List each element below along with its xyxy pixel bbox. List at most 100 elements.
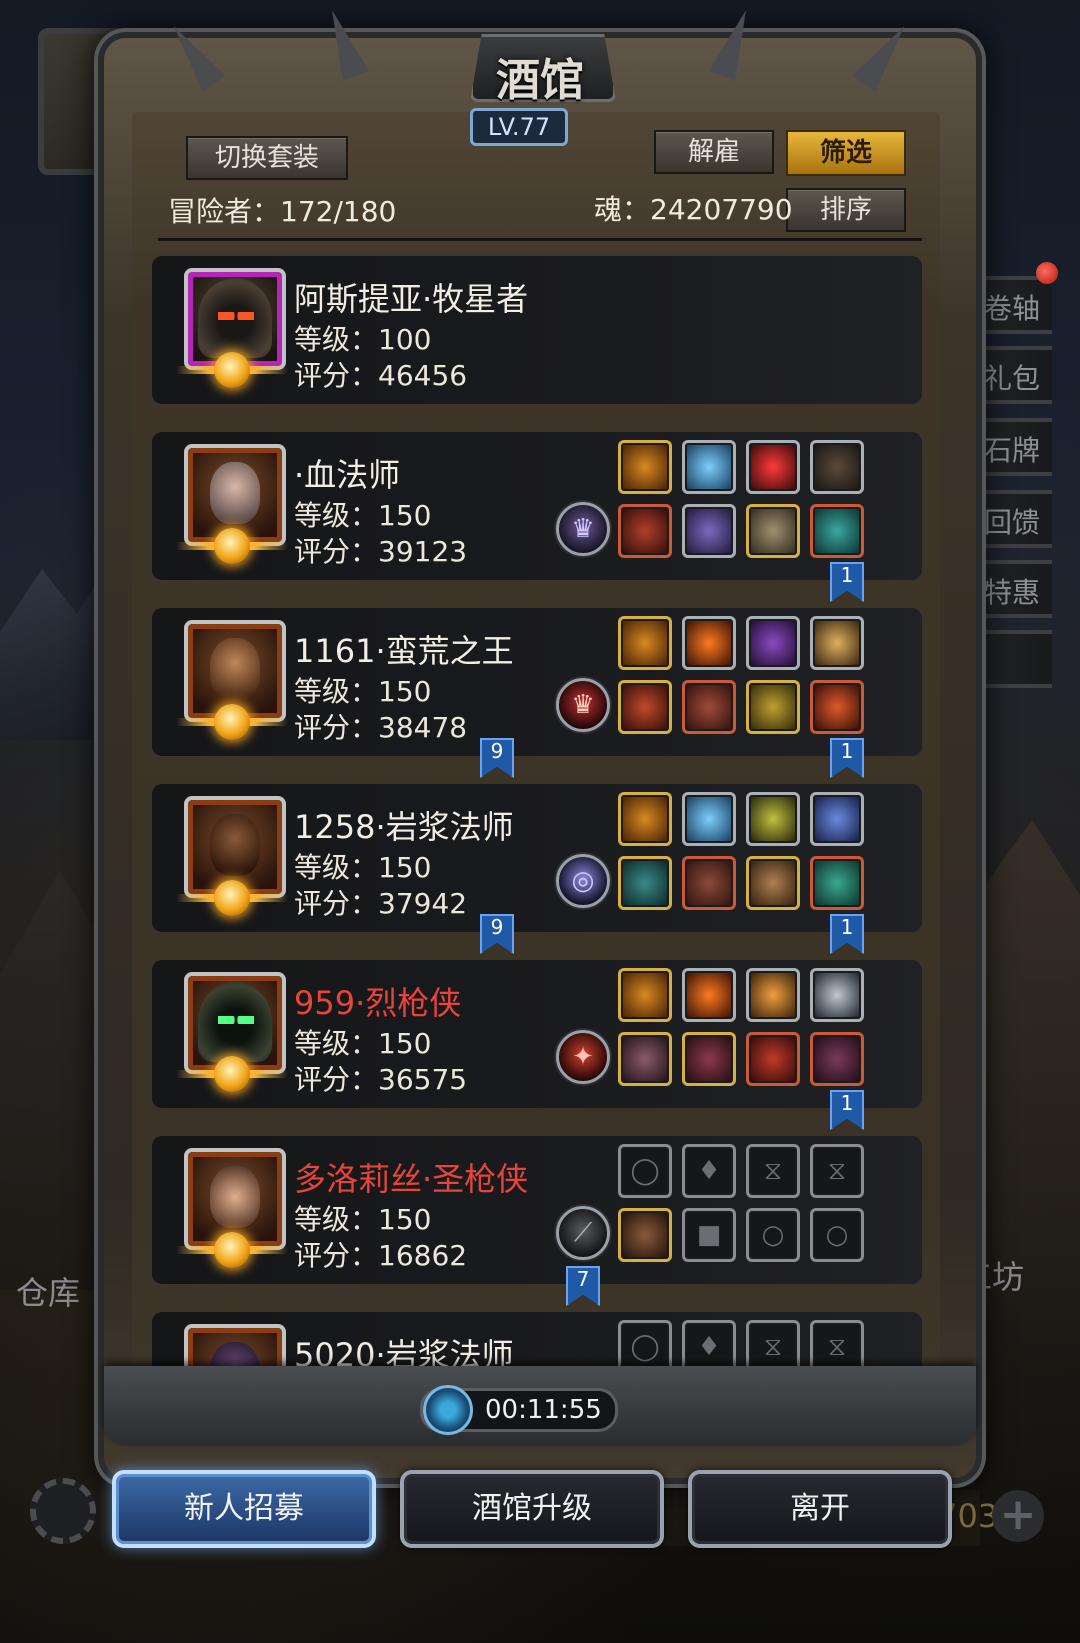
spark-slot-icon[interactable] — [746, 792, 800, 846]
lantern-slot-icon[interactable] — [810, 616, 864, 670]
class-emblem-icon[interactable]: ♛ — [556, 678, 610, 732]
necklace-outline-icon: ◯ — [630, 1332, 660, 1362]
rank-medal-icon — [214, 1056, 250, 1092]
axe-slot-icon[interactable] — [618, 680, 672, 734]
antler-slot-icon[interactable] — [810, 440, 864, 494]
lantern-slot-icon[interactable] — [810, 792, 864, 846]
hero-card[interactable]: 多洛莉丝·圣枪侠 等级：150 评分：16862 ⟋ ◯ ♦ ⧖ ⧖ ■ ○ ○ — [152, 1136, 922, 1284]
plus-icon[interactable]: + — [992, 1490, 1044, 1542]
hero-face — [210, 1166, 260, 1228]
star-ribbon: 1 — [830, 914, 864, 954]
hero-name: 1161·蛮荒之王 — [294, 632, 514, 670]
hourglass-outline-icon: ⧖ — [763, 1332, 783, 1362]
orb-slot-icon[interactable] — [682, 792, 736, 846]
filter-button[interactable]: 筛选 — [786, 130, 906, 176]
rank-medal-icon — [214, 352, 250, 388]
ring-slot-icon[interactable] — [746, 504, 800, 558]
empty-slot-icon[interactable]: ○ — [746, 1208, 800, 1262]
rank-medal-icon — [214, 1232, 250, 1268]
crown-slot-icon[interactable] — [618, 968, 672, 1022]
claw-slot-icon[interactable] — [746, 1032, 800, 1086]
empty-slot-icon[interactable]: ◯ — [618, 1144, 672, 1198]
hero-score: 评分：39123 — [294, 535, 468, 568]
adventurer-count: 冒险者：172/180 — [168, 195, 397, 228]
necklace-slot-icon[interactable] — [810, 1032, 864, 1086]
coat-slot-icon[interactable] — [682, 1032, 736, 1086]
potion-slot-icon[interactable] — [746, 968, 800, 1022]
talisman-slot-icon[interactable] — [746, 680, 800, 734]
settings-gear-icon[interactable] — [30, 1478, 96, 1544]
side-tab-label: 礼包 — [983, 362, 1040, 395]
hero-score: 评分：37942 — [294, 887, 468, 920]
staff-slot-icon[interactable] — [618, 856, 672, 910]
side-tab-label: 石牌 — [983, 434, 1040, 467]
claw-slot-icon[interactable] — [746, 616, 800, 670]
upgrade-tavern-button[interactable]: 酒馆升级 — [400, 1470, 664, 1548]
star-ribbon: 1 — [830, 738, 864, 778]
class-emblem-icon[interactable]: ◎ — [556, 854, 610, 908]
empty-slot-icon[interactable]: ○ — [810, 1208, 864, 1262]
hero-score: 评分：38478 — [294, 711, 468, 744]
fire-bird-slot-icon[interactable] — [810, 680, 864, 734]
armor-slot-icon[interactable] — [682, 856, 736, 910]
class-emblem-icon[interactable]: ✦ — [556, 1030, 610, 1084]
page-title: 酒馆 — [496, 55, 584, 106]
hero-card[interactable]: 1258·岩浆法师 等级：150 评分：37942 ◎ — [152, 784, 922, 932]
warehouse-label[interactable]: 仓库 — [16, 1268, 80, 1314]
gem-slot-icon[interactable] — [746, 440, 800, 494]
necklace-outline-icon: ◯ — [630, 1156, 660, 1186]
fire-slot-icon[interactable] — [682, 968, 736, 1022]
crown-slot-icon[interactable] — [618, 792, 672, 846]
hero-score: 评分：46456 — [294, 359, 468, 392]
hero-list[interactable]: 阿斯提亚·牧星者 等级：100 评分：46456 ·血法师 等级：150 评分：… — [140, 246, 930, 1432]
crown-slot-icon[interactable] — [618, 440, 672, 494]
hero-face — [210, 638, 260, 700]
hero-name: 1258·岩浆法师 — [294, 808, 514, 846]
emblem-glyph: ♛ — [571, 514, 595, 544]
star-ribbon: 9 — [480, 738, 514, 778]
amulet-slot-icon[interactable] — [810, 504, 864, 558]
bracelet-slot-icon[interactable] — [746, 856, 800, 910]
recruit-button[interactable]: 新人招募 — [112, 1470, 376, 1548]
sort-button[interactable]: 排序 — [786, 188, 906, 232]
empty-slot-icon[interactable]: ⧖ — [810, 1144, 864, 1198]
dismiss-button[interactable]: 解雇 — [654, 130, 774, 174]
hero-card[interactable]: 1161·蛮荒之王 等级：150 评分：38478 ♛ — [152, 608, 922, 756]
hero-card[interactable]: 959·烈枪侠 等级：150 评分：36575 ✦ — [152, 960, 922, 1108]
empty-slot-icon[interactable]: ♦ — [682, 1144, 736, 1198]
notification-dot — [1036, 262, 1058, 284]
leave-button[interactable]: 离开 — [688, 1470, 952, 1548]
staff-slot-icon[interactable] — [618, 504, 672, 558]
hero-face — [210, 462, 260, 524]
hero-name: 阿斯提亚·牧星者 — [294, 280, 529, 318]
crest-slot-icon[interactable] — [810, 968, 864, 1022]
house-scenery-right — [960, 820, 1080, 1320]
side-tab-label: 特惠 — [983, 576, 1040, 609]
hero-level: 等级：150 — [294, 1027, 432, 1060]
fire-slot-icon[interactable] — [682, 616, 736, 670]
class-emblem-icon[interactable]: ⟋ — [556, 1206, 610, 1260]
hero-card[interactable]: ·血法师 等级：150 评分：39123 ♛ — [152, 432, 922, 580]
empty-slot-icon[interactable]: ■ — [682, 1208, 736, 1262]
hero-name: ·血法师 — [294, 456, 401, 494]
gun-slot-icon[interactable] — [618, 1208, 672, 1262]
hero-card[interactable]: 阿斯提亚·牧星者 等级：100 评分：46456 — [152, 256, 922, 404]
amulet-slot-icon[interactable] — [810, 856, 864, 910]
ring-outline-icon: ○ — [825, 1220, 849, 1250]
header-divider — [158, 238, 922, 241]
armor-slot-icon[interactable] — [682, 504, 736, 558]
orb-slot-icon[interactable] — [682, 440, 736, 494]
switch-outfit-button[interactable]: 切换套装 — [186, 136, 348, 180]
armor-slot-icon[interactable] — [682, 680, 736, 734]
emblem-glyph: ✦ — [572, 1042, 594, 1072]
empty-slot-icon[interactable]: ⧖ — [746, 1144, 800, 1198]
clock-icon — [423, 1385, 473, 1435]
emblem-glyph: ⟋ — [573, 1218, 593, 1248]
star-ribbon: 1 — [830, 1090, 864, 1130]
class-emblem-icon[interactable]: ♛ — [556, 502, 610, 556]
star-ribbon: 7 — [566, 1266, 600, 1306]
crown-slot-icon[interactable] — [618, 616, 672, 670]
hero-face — [210, 814, 260, 876]
ring-outline-icon: ○ — [761, 1220, 785, 1250]
gun-slot-icon[interactable] — [618, 1032, 672, 1086]
